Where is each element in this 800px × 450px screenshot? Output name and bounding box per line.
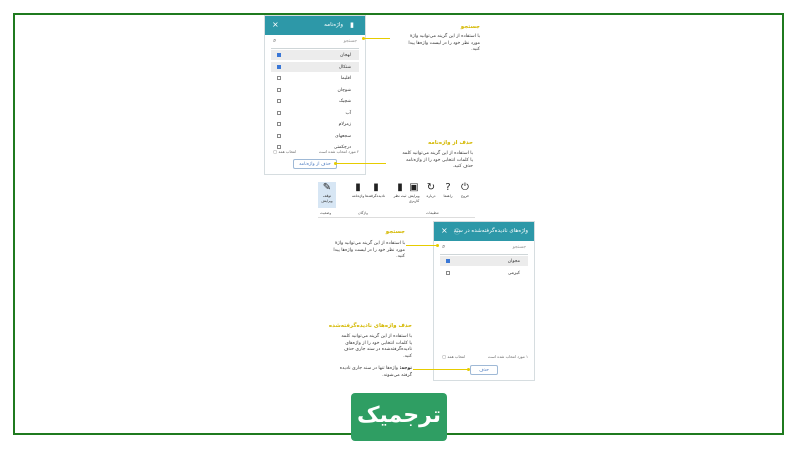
list-item-label: کیزمی — [507, 270, 520, 276]
list-item-label: زمزلام — [338, 122, 351, 127]
checkbox[interactable] — [446, 259, 450, 263]
annotation-delete-title: حذف از واژه‌نامه — [428, 140, 473, 146]
ignored-words-panel-title: واژه‌های نادیده‌گرفته‌شده در سند — [453, 228, 528, 234]
annotation-search-title: جستجو — [460, 24, 480, 30]
list-item[interactable]: شچیک — [271, 96, 359, 106]
dictionary-icon: ▮ — [355, 182, 361, 193]
select-all-toggle[interactable]: انتخاب همه ◯ — [273, 149, 296, 154]
search-placeholder: جستجو — [512, 245, 526, 250]
comment-icon: ▮ — [397, 182, 403, 193]
select-all-toggle[interactable]: انتخاب همه ◯ — [442, 354, 465, 359]
search-placeholder: جستجو — [343, 39, 357, 44]
selection-count: ۱ مورد انتخاب شده است — [488, 354, 528, 359]
list-item-label: آب — [345, 110, 352, 116]
close-icon[interactable]: × — [272, 20, 279, 29]
ribbon-button-label: واژه‌نامه — [351, 194, 365, 198]
annotation-search2-title: جستجو — [385, 229, 405, 235]
ribbon-button-power[interactable]: ⏻ خروج — [456, 182, 474, 208]
annotation-search-text: با استفاده از این گزینه می‌توانید واژهٔ … — [408, 34, 480, 52]
annotation-dot — [467, 368, 470, 371]
ribbon-button-dictionary[interactable]: ▮ واژه‌نامه — [349, 182, 367, 208]
list-item-label: شوچان — [337, 87, 351, 93]
book-icon: ▮ — [350, 21, 354, 29]
ribbon-button-edit-stop[interactable]: ✎ توقف ویرایش — [318, 182, 336, 208]
group-status: وضعیت — [320, 211, 332, 215]
checkbox[interactable] — [277, 64, 281, 69]
list-item[interactable]: زمزلام — [271, 119, 359, 129]
annotation-dot — [436, 244, 439, 247]
checkbox[interactable] — [277, 133, 281, 138]
annotation-note: توجه: واژه‌ها تنها در سند جاری نادیده گر… — [339, 366, 412, 378]
annotation-dot — [334, 162, 337, 165]
checkbox[interactable] — [277, 110, 281, 115]
about-icon: ↻ — [426, 182, 436, 193]
list-item[interactable]: شوچان — [271, 85, 359, 95]
ribbon-button-help[interactable]: ? راهنما — [439, 182, 457, 208]
dictionary-panel: ▮ واژه‌نامه × ⌕ جستجو لهجان شتکال اقلیما شو… — [264, 15, 366, 175]
annotation-pointer — [406, 245, 436, 246]
annotation-delete2-title: حذف واژه‌های نادیده‌گرفته‌شده — [328, 323, 412, 329]
ribbon-button-label: نادیده‌گرفته‌ها — [365, 194, 385, 198]
ribbon-button-label: خروج — [460, 194, 470, 198]
ribbon-button-ignored-book[interactable]: ▮ نادیده‌گرفته‌ها — [365, 182, 385, 208]
checkbox[interactable] — [277, 122, 281, 126]
power-icon: ⏻ — [461, 182, 469, 193]
annotation-delete-text: با استفاده از این گزینه می‌توانید کلمه ی… — [402, 151, 473, 169]
help-icon: ? — [445, 182, 451, 193]
edit-stop-icon: ✎ — [322, 182, 332, 193]
ignored-book-icon: ▮ — [373, 182, 379, 193]
list-item-label: لهجان — [339, 53, 351, 58]
list-item[interactable]: اقلیما — [271, 73, 359, 83]
list-item[interactable]: کیزمی — [440, 268, 528, 278]
list-item-label: شچیک — [338, 99, 351, 104]
close-icon[interactable]: × — [441, 226, 448, 235]
delete-from-dictionary-button[interactable]: حذف از واژه‌نامه — [293, 159, 337, 169]
list-item[interactable]: آب — [271, 108, 359, 118]
group-settings: تنظیمات — [426, 211, 439, 215]
selection-count: ۲ مورد انتخاب شده است — [319, 149, 359, 154]
list-item[interactable]: لهجان — [271, 50, 359, 60]
checkbox[interactable] — [446, 270, 450, 275]
dictionary-panel-header: ▮ واژه‌نامه × — [265, 16, 365, 35]
dictionary-search-input[interactable]: ⌕ جستجو — [271, 36, 359, 49]
ignored-search-input[interactable]: ⌕ جستجو — [440, 242, 528, 255]
checkbox[interactable] — [277, 87, 281, 92]
group-vocabulary: واژگان — [358, 211, 368, 215]
ignored-words-panel: واژه‌های نادیده‌گرفته‌شده در سند × ⓘ ⌕ ج… — [433, 221, 535, 381]
checkbox[interactable] — [277, 53, 281, 57]
list-item[interactable]: سجعهای — [271, 131, 359, 141]
delete-ignored-button[interactable]: حذف — [470, 365, 498, 375]
search-icon: ⌕ — [442, 243, 446, 250]
annotation-dot — [362, 37, 365, 40]
list-item-label: سجعهای — [335, 133, 351, 139]
ribbon-button-about[interactable]: ↻ درباره — [422, 182, 440, 208]
list-item-label: اقلیما — [340, 76, 351, 81]
toolbar-ribbon: ⏻ خروج? راهنما ↻ درباره ▣ ویرایش کاربری ▮ ثبت نظ… — [318, 180, 475, 218]
dictionary-panel-title: واژه‌نامه — [324, 22, 343, 28]
annotation-pointer — [413, 369, 469, 370]
tarjomic-logo: ترجمیک — [351, 393, 447, 441]
list-item-label: شتکال — [338, 64, 351, 70]
ignored-words-panel-header: واژه‌های نادیده‌گرفته‌شده در سند × ⓘ — [434, 222, 534, 241]
list-item[interactable]: شتکال — [271, 61, 359, 72]
list-item[interactable]: مجوان — [440, 256, 528, 266]
annotation-delete2-text: با استفاده از این گزینه می‌توانید کلمه ی… — [341, 334, 412, 359]
ribbon-button-label: درباره — [426, 194, 436, 198]
ribbon-button-label: راهنما — [443, 194, 453, 198]
ribbon-button-label: ثبت نظر — [393, 194, 407, 198]
checkbox[interactable] — [277, 99, 281, 103]
search-icon: ⌕ — [273, 37, 277, 44]
ribbon-button-label: توقف ویرایش — [321, 194, 333, 203]
list-item-label: مجوان — [507, 259, 520, 264]
checkbox[interactable] — [277, 76, 281, 80]
annotation-search2-text: با استفاده از این گزینه می‌توانید واژهٔ … — [333, 241, 405, 259]
ribbon-button-comment[interactable]: ▮ ثبت نظر — [391, 182, 409, 208]
info-icon[interactable]: ⓘ — [454, 227, 460, 236]
